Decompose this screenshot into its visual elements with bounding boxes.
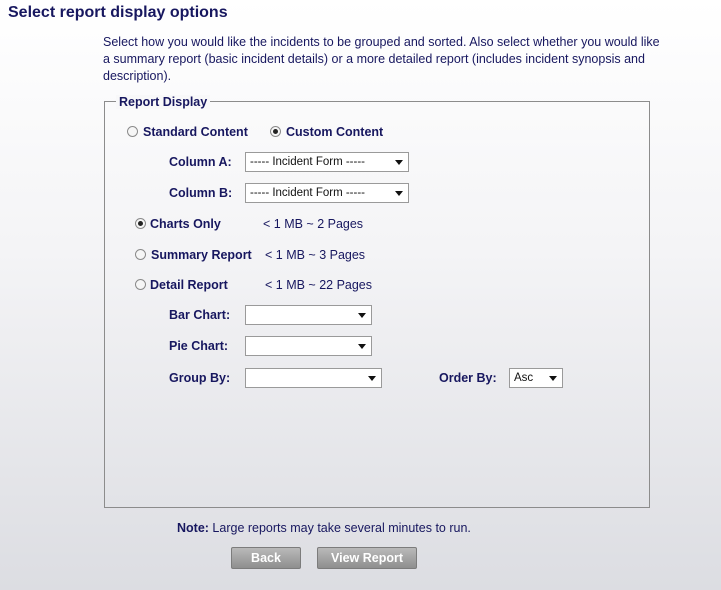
note-text: Note: Large reports may take several min… — [177, 521, 471, 535]
detail-report-size: < 1 MB ~ 22 Pages — [265, 278, 373, 292]
chevron-down-icon — [358, 344, 366, 349]
column-a-value: ----- Incident Form ----- — [250, 156, 365, 168]
standard-content-label[interactable]: Standard Content — [143, 125, 248, 139]
group-by-select[interactable] — [245, 368, 382, 388]
column-b-value: ----- Incident Form ----- — [250, 187, 365, 199]
summary-report-radio[interactable] — [135, 249, 146, 260]
view-report-button[interactable]: View Report — [317, 547, 417, 569]
column-b-select[interactable]: ----- Incident Form ----- — [245, 183, 409, 203]
order-by-value: Asc — [514, 372, 534, 384]
note-label: Note: — [177, 521, 209, 535]
note-body: Large reports may take several minutes t… — [208, 521, 471, 535]
report-display-legend: Report Display — [116, 95, 211, 109]
page-title: Select report display options — [8, 4, 228, 21]
pie-chart-select[interactable] — [245, 336, 372, 356]
chevron-down-icon — [358, 313, 366, 318]
bar-chart-label: Bar Chart: — [169, 308, 231, 322]
charts-only-radio[interactable] — [135, 218, 146, 229]
charts-only-size: < 1 MB ~ 2 Pages — [263, 217, 364, 231]
detail-report-label[interactable]: Detail Report — [150, 278, 228, 292]
summary-report-size: < 1 MB ~ 3 Pages — [265, 248, 366, 262]
chevron-down-icon — [368, 376, 376, 381]
chevron-down-icon — [395, 191, 403, 196]
order-by-select[interactable]: Asc — [509, 368, 563, 388]
back-button[interactable]: Back — [231, 547, 301, 569]
pie-chart-label: Pie Chart: — [169, 339, 229, 353]
custom-content-label[interactable]: Custom Content — [286, 125, 383, 139]
charts-only-label[interactable]: Charts Only — [150, 217, 221, 231]
column-a-select[interactable]: ----- Incident Form ----- — [245, 152, 409, 172]
intro-text: Select how you would like the incidents … — [103, 35, 660, 83]
order-by-label: Order By: — [439, 371, 497, 385]
bar-chart-select[interactable] — [245, 305, 372, 325]
group-by-label: Group By: — [169, 371, 231, 385]
column-a-label: Column A: — [169, 155, 232, 169]
column-b-label: Column B: — [169, 186, 233, 200]
summary-report-label[interactable]: Summary Report — [151, 248, 252, 262]
standard-content-radio[interactable] — [127, 126, 138, 137]
detail-report-radio[interactable] — [135, 279, 146, 290]
chevron-down-icon — [549, 376, 557, 381]
chevron-down-icon — [395, 160, 403, 165]
custom-content-radio[interactable] — [270, 126, 281, 137]
